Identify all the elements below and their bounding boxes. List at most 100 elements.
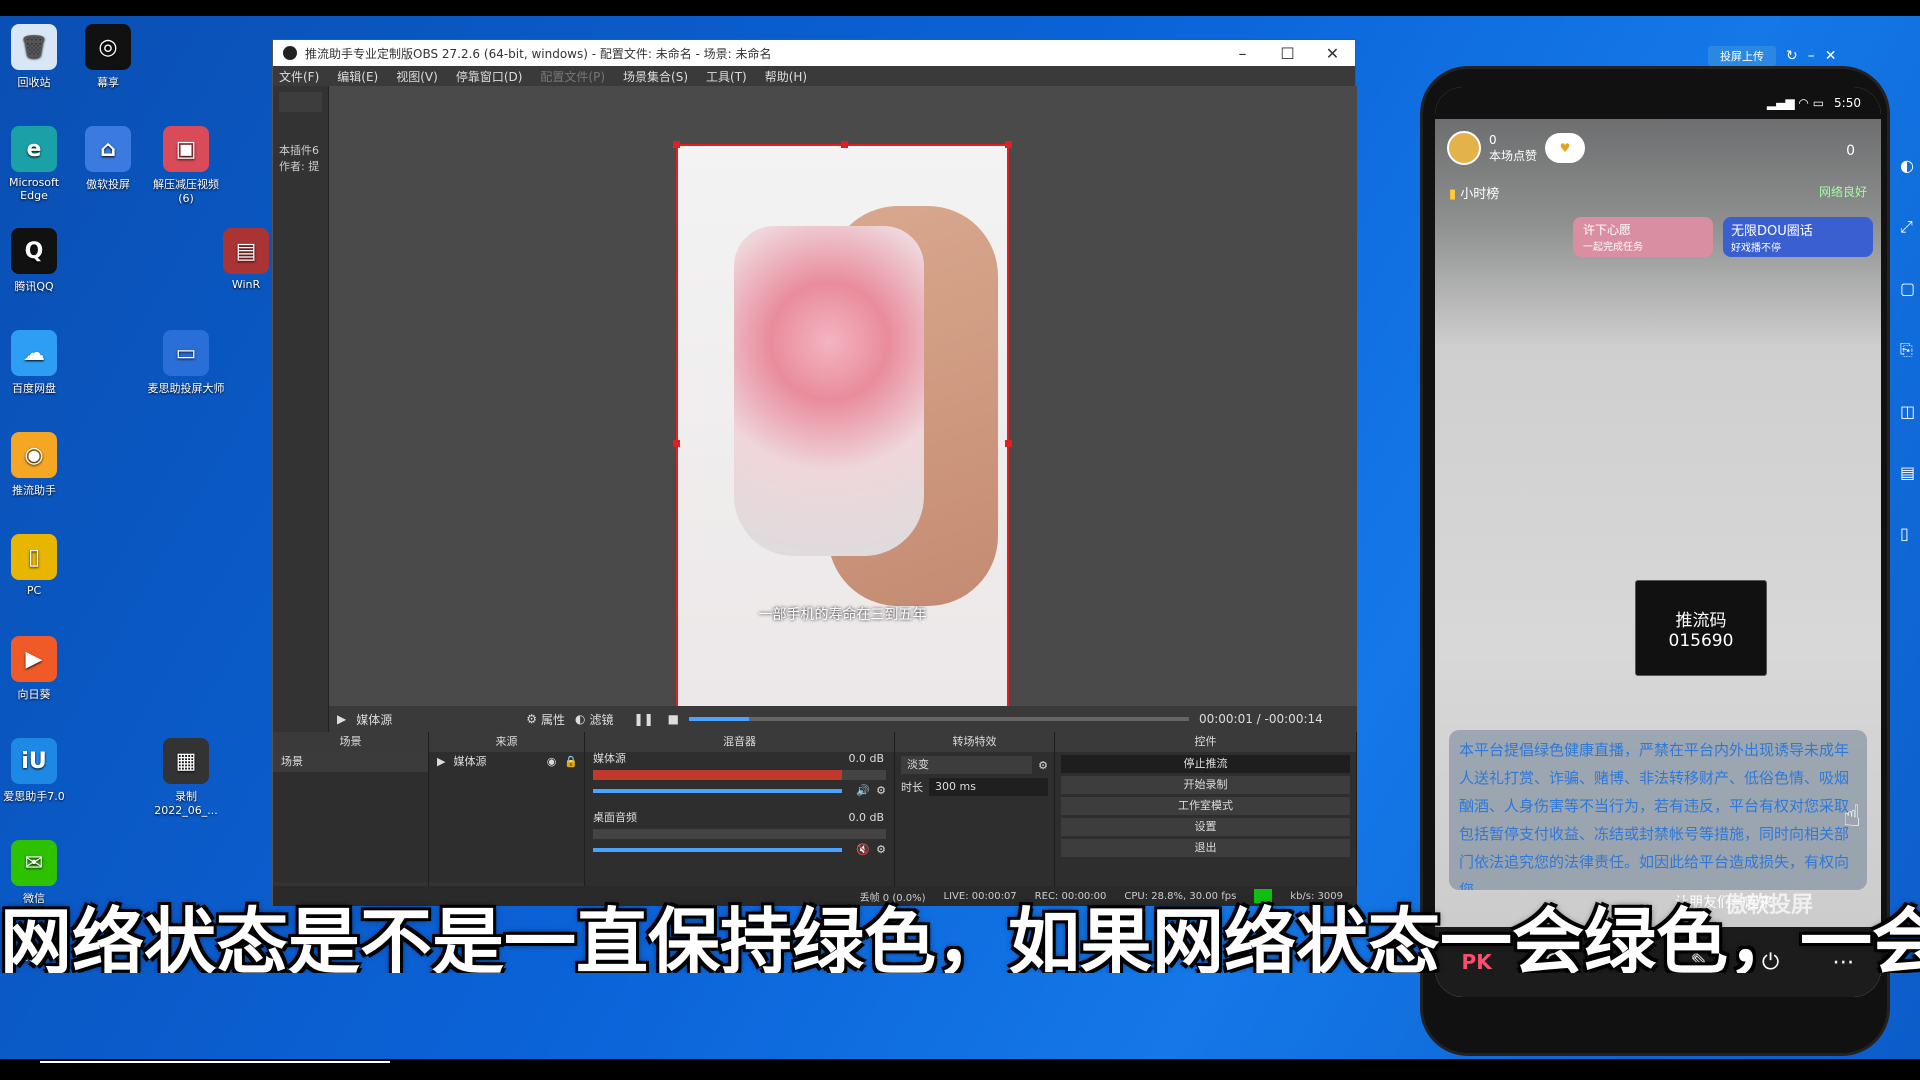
- desktop-icon-winrar[interactable]: ▤ WinR: [216, 228, 276, 291]
- resize-handle[interactable]: [841, 141, 848, 148]
- close-icon[interactable]: ✕: [1825, 48, 1837, 64]
- network-status: 网络良好: [1818, 185, 1867, 199]
- desktop-icon-sunflower[interactable]: ▶ 向日葵: [0, 636, 74, 702]
- media-seek-slider[interactable]: [688, 717, 1189, 721]
- bottom-letterbox: [0, 1059, 1920, 1080]
- plugin-dock-text: 本插件6 作者: 提: [279, 144, 320, 173]
- side-tool-icon[interactable]: ▢: [1900, 279, 1920, 298]
- menu-file[interactable]: 文件(F): [279, 68, 319, 85]
- minimize-icon[interactable]: –: [1808, 48, 1815, 64]
- side-tool-icon[interactable]: ◫: [1900, 402, 1920, 421]
- host-info[interactable]: 0 本场点赞 ♥: [1447, 131, 1586, 165]
- desktop-icon-muxiang[interactable]: ◎ 幕享: [68, 24, 148, 90]
- side-tool-icon[interactable]: ⎘: [1900, 340, 1920, 360]
- speaker-icon[interactable]: 🔊: [856, 784, 870, 797]
- resize-handle[interactable]: [1005, 440, 1012, 447]
- gear-icon[interactable]: ⚙: [1038, 759, 1048, 772]
- avatar[interactable]: [1447, 131, 1481, 165]
- muxiang-icon: ◎: [85, 24, 131, 70]
- screen-cast-icon: ▭: [163, 330, 209, 376]
- desktop-icon-recording[interactable]: ▦ 录制 2022_06_...: [146, 738, 226, 817]
- desktop-icon-baidu[interactable]: ☁ 百度网盘: [0, 330, 74, 396]
- desktop-icon-recycle-bin[interactable]: 🗑 回收站: [0, 24, 74, 90]
- speaker-muted-icon[interactable]: 🔇: [856, 843, 870, 856]
- refresh-icon[interactable]: ↻: [1786, 48, 1798, 64]
- desktop-icon-edge[interactable]: e Microsoft Edge: [0, 126, 74, 202]
- menu-help[interactable]: 帮助(H): [765, 68, 807, 85]
- scene-item[interactable]: 场景: [273, 752, 428, 772]
- gear-icon[interactable]: ⚙: [876, 843, 886, 856]
- rank-icon: ▮: [1449, 187, 1461, 202]
- transition-select[interactable]: 淡变: [901, 756, 1033, 774]
- live-room[interactable]: 0 本场点赞 ♥ 0 ▮ 小时榜 网络良好 许下心愿 一起完成任务 无限DOU圈…: [1435, 119, 1881, 997]
- event-banner[interactable]: 无限DOU圈话 好戏播不停: [1723, 217, 1873, 257]
- start-recording-button[interactable]: 开始录制: [1061, 776, 1350, 794]
- menu-profile[interactable]: 配置文件(P): [540, 68, 605, 85]
- gear-icon[interactable]: ⚙: [526, 712, 537, 726]
- resize-handle[interactable]: [1005, 141, 1012, 148]
- menu-view[interactable]: 视图(V): [396, 68, 438, 85]
- desktop-icon-video[interactable]: ▣ 解压减压视频(6): [146, 126, 226, 205]
- desktop-icon-label: 麦思助投屏大师: [147, 382, 225, 395]
- menu-docks[interactable]: 停靠窗口(D): [456, 68, 523, 85]
- bottom-docks: 场景 场景 +−⌃⌄ 来源 ▶ 媒体源 ◉ 🔒 +−⚙⌃⌄ 混音器 媒体源 0.…: [273, 732, 1357, 906]
- properties-button[interactable]: 属性: [541, 711, 565, 728]
- side-tool-icon[interactable]: ⤢: [1900, 217, 1920, 237]
- video-file-icon: ▣: [163, 126, 209, 172]
- side-tool-icon[interactable]: ▤: [1900, 463, 1920, 482]
- source-item[interactable]: ▶ 媒体源 ◉ 🔒: [429, 752, 584, 772]
- play-icon[interactable]: ▶: [337, 712, 346, 726]
- filter-icon[interactable]: ◐: [575, 712, 585, 726]
- resize-handle[interactable]: [673, 440, 680, 447]
- side-tool-icon[interactable]: ◐: [1900, 156, 1920, 175]
- pause-icon[interactable]: ❚❚: [634, 712, 654, 726]
- desktop-icon-label: 推流助手: [12, 484, 56, 497]
- recycle-bin-icon: 🗑: [11, 24, 57, 70]
- duration-input[interactable]: 300 ms: [929, 778, 1048, 796]
- controls-dock-title: 控件: [1055, 732, 1356, 752]
- mixer-track-name: 媒体源: [593, 752, 626, 765]
- signal-icon: ▂▄▆ ◠ ▭: [1766, 96, 1825, 110]
- gear-icon[interactable]: ⚙: [876, 784, 886, 797]
- desktop-icon-qq[interactable]: Q 腾讯QQ: [0, 228, 74, 294]
- platform-notice-text: 本平台提倡绿色健康直播，严禁在平台内外出现诱导未成年人送礼打赏、诈骗、赌博、非法…: [1459, 741, 1850, 890]
- mixer-dock-title: 混音器: [585, 732, 894, 752]
- stop-streaming-button[interactable]: 停止推流: [1061, 755, 1350, 773]
- phone-screen: ▂▄▆ ◠ ▭ 5:50 0 本场点赞 ♥ 0 ▮ 小时榜 网络良好 许下心愿 …: [1435, 87, 1881, 997]
- hourly-rank[interactable]: ▮ 小时榜: [1449, 183, 1499, 202]
- desktop-icon-pc[interactable]: ▯ PC: [0, 534, 74, 597]
- stream-helper-icon: ◉: [11, 432, 57, 478]
- recording-file-icon: ▦: [163, 738, 209, 784]
- desktop-icon-aoruan[interactable]: ⌂ 傲软投屏: [68, 126, 148, 192]
- desktop-icon-aisi[interactable]: iU 爱思助手7.0: [0, 738, 74, 804]
- viewer-count[interactable]: 0: [1846, 143, 1855, 159]
- upload-button[interactable]: 投屏上传: [1708, 46, 1776, 66]
- side-tool-icon[interactable]: ▯: [1900, 524, 1920, 543]
- top-letterbox: [0, 0, 1920, 16]
- eye-icon[interactable]: ◉: [547, 752, 557, 772]
- desktop-icon-maisi[interactable]: ▭ 麦思助投屏大师: [146, 330, 226, 396]
- preview-area[interactable]: 一部手机的寿命在三到五年: [329, 86, 1357, 741]
- menu-tools[interactable]: 工具(T): [706, 68, 747, 85]
- minimize-button[interactable]: –: [1220, 44, 1265, 63]
- lock-icon[interactable]: 🔒: [564, 752, 578, 772]
- preview-canvas[interactable]: 一部手机的寿命在三到五年: [673, 141, 1012, 741]
- mixer-track: 桌面音频 0.0 dB: [585, 811, 894, 825]
- menu-edit[interactable]: 编辑(E): [337, 68, 378, 85]
- volume-slider[interactable]: [593, 847, 843, 852]
- filters-button[interactable]: 滤镜: [590, 711, 614, 728]
- settings-button[interactable]: 设置: [1061, 818, 1350, 836]
- audio-meter: [593, 770, 886, 780]
- studio-mode-button[interactable]: 工作室模式: [1061, 797, 1350, 815]
- stop-icon[interactable]: ■: [668, 712, 679, 726]
- hand-cursor-icon: ☝: [1843, 799, 1862, 834]
- close-button[interactable]: ✕: [1310, 44, 1355, 63]
- exit-button[interactable]: 退出: [1061, 839, 1350, 857]
- maximize-button[interactable]: ☐: [1265, 44, 1310, 63]
- wish-banner[interactable]: 许下心愿 一起完成任务: [1573, 217, 1713, 257]
- volume-slider[interactable]: [593, 788, 843, 793]
- resize-handle[interactable]: [673, 141, 680, 148]
- desktop-icon-tuiliu[interactable]: ◉ 推流助手: [0, 432, 74, 498]
- menu-scene-collection[interactable]: 场景集合(S): [623, 68, 688, 85]
- heart-icon[interactable]: ♥: [1545, 133, 1586, 163]
